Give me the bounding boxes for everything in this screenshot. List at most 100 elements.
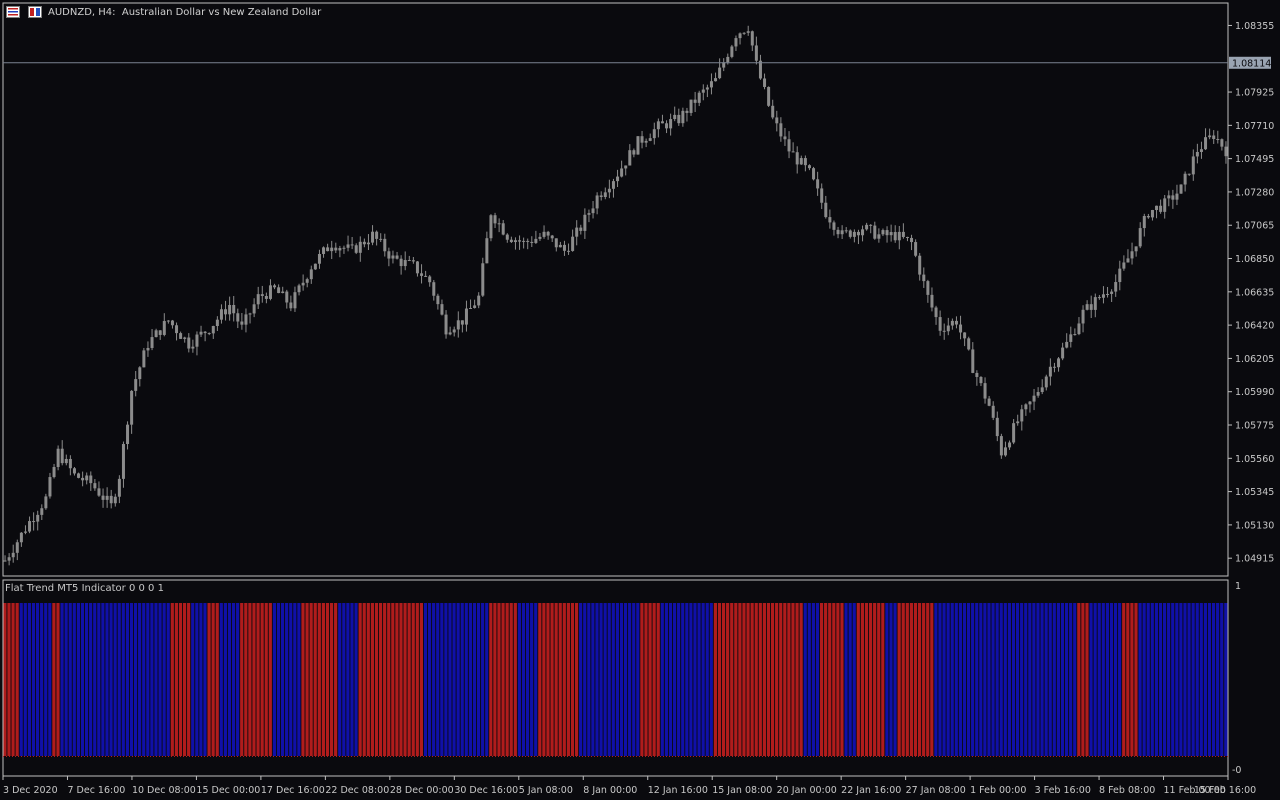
trend-bar-up: [199, 603, 203, 756]
time-tick-label: 30 Dec 16:00: [454, 785, 518, 796]
trend-bar-down: [403, 603, 407, 756]
candle-body: [701, 89, 705, 93]
candle-body: [616, 176, 620, 182]
trend-bar-down: [901, 603, 905, 756]
candle-body: [485, 238, 489, 264]
trend-bar-down: [334, 603, 338, 756]
trend-bar-up: [1179, 603, 1183, 756]
trend-bar-up: [599, 603, 603, 756]
candle-body: [460, 320, 464, 325]
candle-body: [40, 508, 44, 515]
trend-bar-down: [542, 603, 546, 756]
trend-bar-down: [930, 603, 934, 756]
trend-bar-down: [399, 603, 403, 756]
time-tick-label: 15 Feb 16:00: [1194, 785, 1256, 796]
symbol-label: AUDNZD, H4:: [48, 7, 116, 18]
symbol-description: Australian Dollar vs New Zealand Dollar: [121, 7, 322, 18]
trend-bar-up: [615, 603, 619, 756]
trend-bar-down: [750, 603, 754, 756]
trend-bar-up: [685, 603, 689, 756]
candle-body: [1089, 304, 1093, 310]
one-click-trading-icon[interactable]: [28, 6, 42, 18]
candle-body: [579, 227, 583, 231]
candle-body: [518, 240, 522, 242]
trend-bar-down: [211, 603, 215, 756]
trend-bar-down: [362, 603, 366, 756]
candle-body: [1126, 258, 1130, 263]
price-chart[interactable]: 1.08355 1.07925 1.07710 1.07495 1.07280 1.070…: [0, 0, 1280, 800]
candle-body: [673, 114, 677, 120]
candle-body: [983, 383, 987, 399]
candle-body: [497, 223, 501, 225]
candle-body: [820, 188, 824, 203]
trend-bar-up: [481, 603, 485, 756]
candle-body: [795, 152, 799, 165]
trend-bar-up: [142, 603, 146, 756]
trend-bar-up: [623, 603, 628, 756]
trend-bar-down: [268, 603, 272, 756]
trend-bar-up: [889, 603, 893, 756]
trend-bar-down: [787, 603, 791, 756]
candle-body: [967, 338, 971, 350]
trend-bar-down: [415, 603, 419, 756]
candle-body: [832, 222, 836, 230]
candle-body: [187, 337, 191, 349]
candle-body: [807, 165, 811, 169]
candle-body: [979, 376, 983, 384]
trend-bar-up: [848, 603, 852, 756]
candle-body: [493, 215, 497, 224]
trend-bar-down: [391, 603, 395, 756]
trend-bar-down: [182, 603, 187, 756]
trend-bar-up: [975, 603, 979, 756]
candle-body: [199, 331, 203, 335]
candle-body: [1073, 334, 1077, 336]
trend-bar-up: [191, 603, 195, 756]
candle-body: [130, 390, 134, 425]
trend-bar-up: [423, 603, 428, 756]
time-tick-label: 7 Dec 16:00: [67, 785, 125, 796]
trend-bar-down: [864, 603, 869, 756]
chart-properties-icon[interactable]: [6, 6, 20, 18]
trend-bar-up: [35, 603, 40, 756]
trend-bar-up: [68, 603, 72, 756]
time-tick-label: 1 Feb 00:00: [970, 785, 1026, 796]
trend-bar-up: [31, 603, 36, 756]
trend-bar-down: [501, 603, 505, 756]
trend-bar-up: [276, 603, 281, 756]
candle-body: [628, 150, 632, 166]
candle-body: [991, 405, 995, 418]
trend-bar-up: [521, 603, 526, 756]
candle-body: [289, 302, 293, 309]
trend-bar-down: [917, 603, 922, 756]
trend-bar-up: [1167, 603, 1171, 756]
candle-body: [36, 514, 40, 522]
time-tick-label: 22 Dec 08:00: [325, 785, 389, 796]
candle-body: [64, 458, 68, 464]
candle-body: [109, 495, 113, 504]
trend-bar-down: [558, 603, 562, 756]
candle-body: [885, 230, 889, 236]
trend-bar-down: [215, 603, 219, 756]
candle-body: [1069, 334, 1073, 342]
candle-body: [660, 121, 664, 124]
trend-bar-up: [677, 603, 681, 756]
trend-bar-up: [1020, 603, 1024, 756]
candle-body: [824, 202, 828, 218]
candle-body: [1183, 173, 1187, 185]
candle-body: [1146, 216, 1150, 218]
trend-bar-up: [1024, 603, 1028, 756]
candle-body: [395, 255, 399, 259]
candle-body: [138, 367, 142, 380]
candle-body: [415, 261, 419, 274]
trend-bar-up: [979, 603, 983, 756]
trend-bar-down: [1122, 603, 1126, 756]
candle-body: [383, 238, 387, 252]
candle-body: [1012, 423, 1016, 443]
trend-bar-up: [113, 603, 117, 756]
time-tick-label: 28 Dec 00:00: [390, 785, 454, 796]
candle-body: [93, 483, 97, 489]
trend-bar-up: [346, 603, 350, 756]
candle-body: [922, 274, 926, 282]
candle-body: [134, 379, 138, 391]
candle-body: [489, 215, 493, 239]
